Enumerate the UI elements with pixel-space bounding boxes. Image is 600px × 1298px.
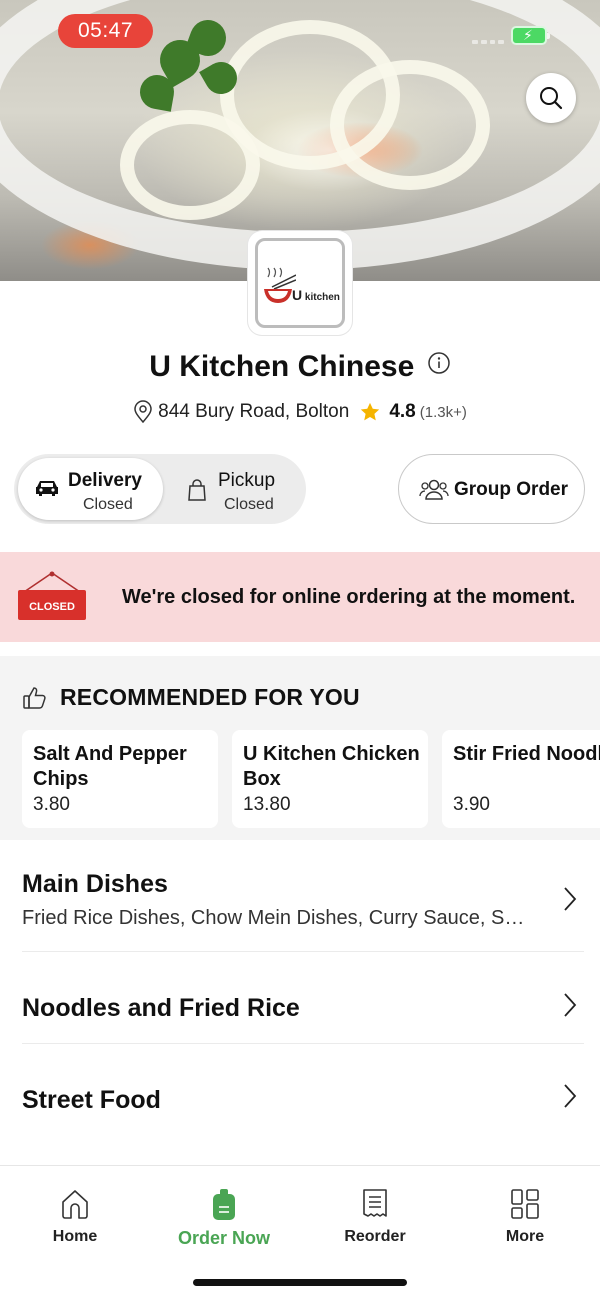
- category-title: Street Food: [22, 1086, 161, 1114]
- group-order-button[interactable]: Group Order: [398, 454, 585, 524]
- noodle-decoration: [330, 60, 490, 190]
- nav-reorder-label: Reorder: [344, 1228, 406, 1245]
- closed-sign-text: CLOSED: [29, 601, 75, 613]
- pickup-status: Closed: [224, 496, 274, 513]
- delivery-status: Closed: [83, 496, 133, 513]
- home-indicator: [193, 1279, 407, 1286]
- recommended-title: RECOMMENDED FOR YOU: [60, 684, 360, 710]
- car-icon: [36, 481, 58, 496]
- noodle-decoration: [120, 110, 260, 220]
- group-people-icon: [419, 479, 449, 500]
- category-subtitle: Fried Rice Dishes, Chow Mein Dishes, Cur…: [22, 907, 525, 929]
- category-main-dishes[interactable]: Main Dishes Fried Rice Dishes, Chow Mein…: [0, 840, 600, 952]
- star-icon: [361, 402, 380, 421]
- restaurant-address: 844 Bury Road, Bolton: [158, 401, 350, 422]
- delivery-option[interactable]: Delivery Closed: [18, 458, 163, 520]
- chevron-right-icon: [564, 993, 577, 1017]
- category-title: Noodles and Fried Rice: [22, 994, 300, 1022]
- nav-home-label: Home: [52, 1228, 98, 1245]
- pickup-label: Pickup: [218, 470, 276, 491]
- search-icon: [540, 87, 563, 110]
- logo-wordmark: U kitchen: [292, 287, 340, 303]
- nav-home[interactable]: Home: [15, 1188, 135, 1246]
- closed-message: We're closed for online ordering at the …: [122, 586, 576, 608]
- nav-order-now[interactable]: Order Now: [164, 1188, 284, 1249]
- location-pin-icon: [134, 400, 152, 424]
- rating-value: 4.8: [389, 401, 416, 422]
- recommended-item[interactable]: Salt And Pepper Chips 3.80: [22, 730, 218, 828]
- item-name: U Kitchen Chicken Box: [243, 743, 420, 790]
- category-noodles-fried-rice[interactable]: Noodles and Fried Rice: [0, 952, 600, 1043]
- group-order-label: Group Order: [454, 479, 569, 500]
- category-street-food[interactable]: Street Food: [0, 1044, 600, 1144]
- chevron-right-icon: [564, 1084, 577, 1108]
- restaurant-name: U Kitchen Chinese: [149, 350, 415, 383]
- bowl-logo-icon: [264, 267, 296, 303]
- closed-sign-icon: CLOSED: [18, 571, 86, 620]
- search-button[interactable]: [526, 73, 576, 123]
- chevron-right-icon: [564, 887, 577, 911]
- restaurant-logo: U kitchen: [248, 231, 352, 335]
- receipt-icon: [363, 1189, 387, 1217]
- closed-banner: CLOSED We're closed for online ordering …: [0, 552, 600, 642]
- nav-more[interactable]: More: [465, 1188, 585, 1246]
- info-icon[interactable]: [427, 351, 451, 375]
- order-bag-icon: [213, 1189, 235, 1220]
- home-icon: [62, 1190, 88, 1219]
- nav-reorder[interactable]: Reorder: [315, 1188, 435, 1246]
- nav-more-label: More: [505, 1228, 545, 1245]
- pickup-option[interactable]: Pickup Closed: [169, 458, 302, 520]
- recommended-section: RECOMMENDED FOR YOU Salt And Pepper Chip…: [0, 656, 600, 840]
- category-title: Main Dishes: [22, 870, 168, 898]
- grid-icon: [511, 1189, 539, 1219]
- item-name: Salt And Pepper Chips: [33, 743, 187, 790]
- signal-icon: [472, 40, 504, 44]
- delivery-label: Delivery: [68, 470, 142, 491]
- rating-count: (1.3k+): [419, 403, 467, 421]
- thumbs-up-icon: [23, 686, 46, 709]
- shopping-bag-icon: [188, 479, 206, 501]
- address-rating-row: 844 Bury Road, Bolton 4.8 (1.3k+): [0, 400, 600, 424]
- battery-icon: ⚡: [511, 26, 550, 45]
- item-price: 3.80: [33, 794, 70, 815]
- order-mode-toggle: Delivery Closed Pickup Closed: [14, 454, 306, 524]
- item-price: 3.90: [453, 794, 490, 815]
- recommended-item[interactable]: Stir Fried Noodl 3.90: [442, 730, 600, 828]
- item-name: Stir Fried Noodl: [453, 743, 600, 765]
- nav-order-now-label: Order Now: [177, 1228, 270, 1248]
- item-price: 13.80: [243, 794, 291, 815]
- recommended-item[interactable]: U Kitchen Chicken Box 13.80: [232, 730, 428, 828]
- status-time: 05:47: [58, 14, 153, 48]
